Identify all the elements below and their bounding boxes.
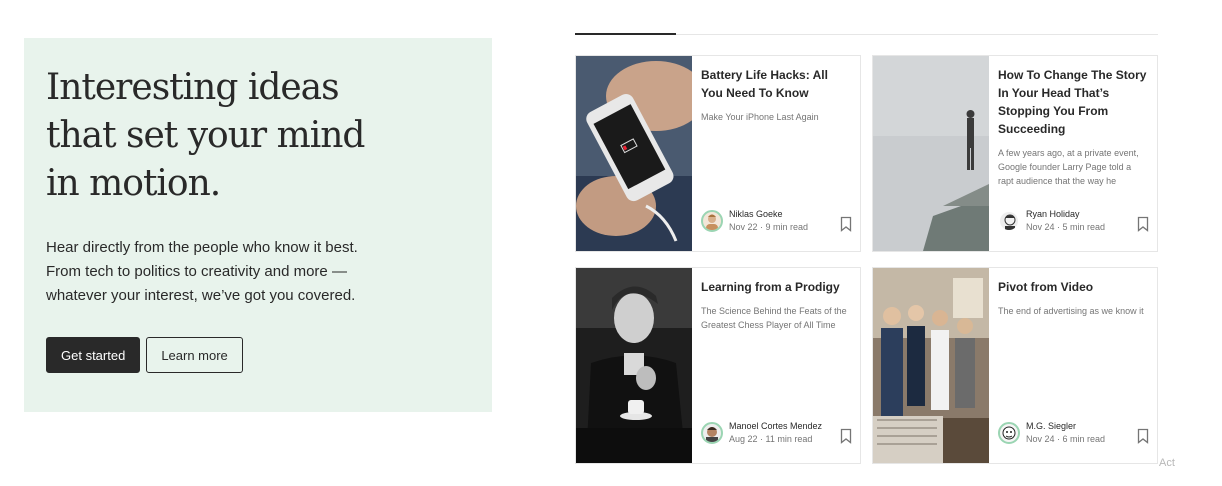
article-subtitle: A few years ago, at a private event, Goo…: [998, 148, 1139, 186]
article-thumbnail-lake[interactable]: [873, 56, 989, 251]
article-thumbnail-prodigy[interactable]: [576, 268, 692, 463]
get-started-button[interactable]: Get started: [46, 337, 141, 373]
hero-title: Interesting ideas that set your mind in …: [46, 67, 365, 204]
article-card[interactable]: Learning from a Prodigy The Science Behi…: [575, 267, 861, 464]
article-thumbnail-video[interactable]: [873, 268, 989, 463]
author-avatar[interactable]: [998, 422, 1020, 444]
article-card[interactable]: Pivot from Video The end of advertising …: [872, 267, 1158, 464]
article-meta: M.G. Siegler Nov 24 · 6 min read: [998, 420, 1105, 446]
hero-panel: Interesting ideas that set your mind in …: [24, 38, 492, 412]
bookmark-icon[interactable]: [840, 428, 852, 444]
article-subtitle: Make Your iPhone Last Again: [701, 112, 819, 122]
read-time: 9 min read: [765, 222, 809, 232]
article-meta: Manoel Cortes Mendez Aug 22 · 11 min rea…: [701, 420, 822, 446]
article-body: Battery Life Hacks: All You Need To Know…: [701, 66, 851, 124]
meta-separator: ·: [1054, 434, 1063, 444]
article-title[interactable]: Battery Life Hacks: All You Need To Know: [701, 66, 851, 102]
bookmark-icon[interactable]: [1137, 216, 1149, 232]
author-name[interactable]: M.G. Siegler: [1026, 420, 1105, 433]
article-thumbnail-phone[interactable]: [576, 56, 692, 251]
article-body: Pivot from Video The end of advertising …: [998, 278, 1148, 318]
active-tab-indicator[interactable]: [575, 33, 676, 35]
author-name[interactable]: Manoel Cortes Mendez: [729, 420, 822, 433]
hero-description: Hear directly from the people who know i…: [46, 239, 358, 304]
bookmark-icon[interactable]: [840, 216, 852, 232]
bookmark-icon[interactable]: [1137, 428, 1149, 444]
article-meta: Ryan Holiday Nov 24 · 5 min read: [998, 208, 1105, 234]
author-name[interactable]: Ryan Holiday: [1026, 208, 1105, 221]
article-card[interactable]: Battery Life Hacks: All You Need To Know…: [575, 55, 861, 252]
article-card[interactable]: How To Change The Story In Your Head Tha…: [872, 55, 1158, 252]
author-avatar[interactable]: [998, 210, 1020, 232]
meta-separator: ·: [757, 222, 766, 232]
article-body: Learning from a Prodigy The Science Behi…: [701, 278, 851, 332]
article-title[interactable]: Pivot from Video: [998, 278, 1148, 296]
article-body: How To Change The Story In Your Head Tha…: [998, 66, 1148, 188]
meta-separator: ·: [757, 434, 766, 444]
read-time: 11 min read: [765, 434, 813, 444]
publish-date: Nov 22: [729, 222, 758, 232]
article-subtitle: The Science Behind the Feats of the Grea…: [701, 306, 847, 330]
author-avatar[interactable]: [701, 422, 723, 444]
article-title[interactable]: Learning from a Prodigy: [701, 278, 851, 296]
hero-buttons: Get started Learn more: [46, 337, 243, 373]
partial-footer-text: Act: [1159, 457, 1175, 469]
author-name[interactable]: Niklas Goeke: [729, 208, 808, 221]
author-avatar[interactable]: [701, 210, 723, 232]
meta-separator: ·: [1054, 222, 1063, 232]
publish-date: Aug 22: [729, 434, 758, 444]
article-title[interactable]: How To Change The Story In Your Head Tha…: [998, 66, 1148, 138]
article-meta: Niklas Goeke Nov 22 · 9 min read: [701, 208, 808, 234]
read-time: 5 min read: [1062, 222, 1106, 232]
tab-indicator-line: [575, 33, 1158, 35]
read-time: 6 min read: [1062, 434, 1106, 444]
publish-date: Nov 24: [1026, 434, 1055, 444]
publish-date: Nov 24: [1026, 222, 1055, 232]
article-subtitle: The end of advertising as we know it: [998, 306, 1144, 316]
learn-more-button[interactable]: Learn more: [146, 337, 243, 373]
